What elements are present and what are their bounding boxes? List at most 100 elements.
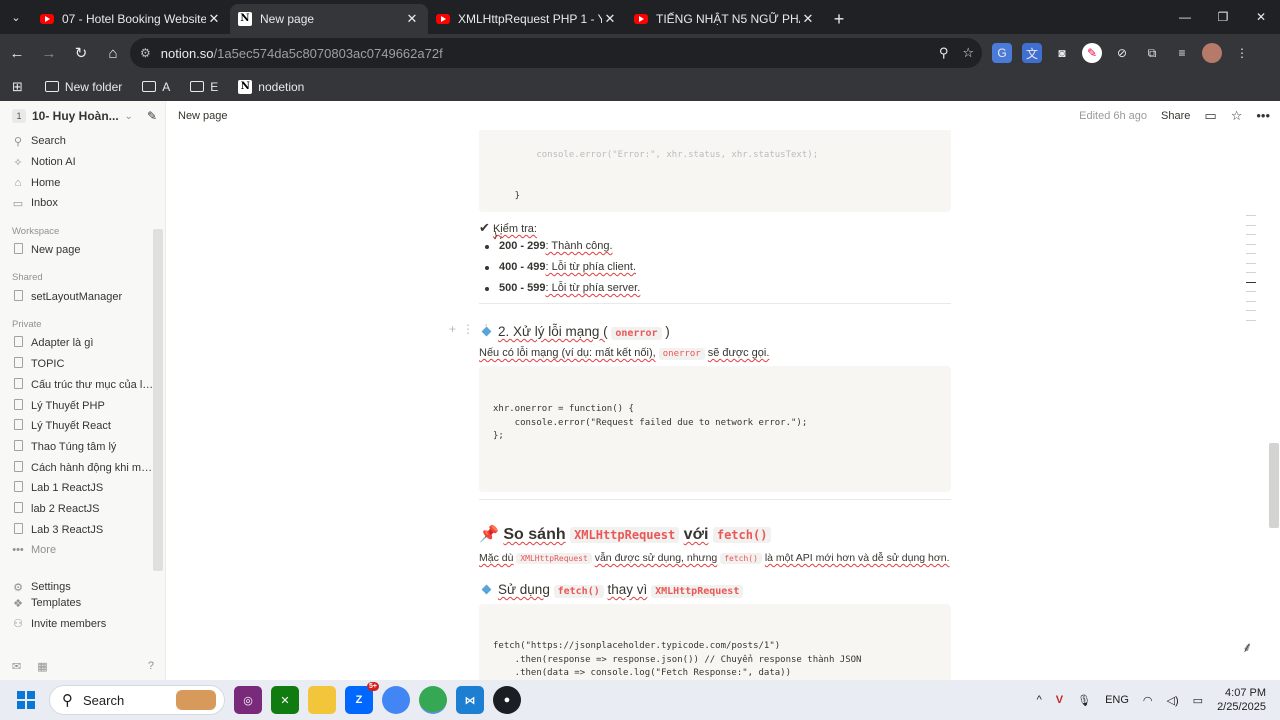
- scrollbar-thumb[interactable]: [1269, 443, 1279, 528]
- tab-xmlhttprequest[interactable]: XMLHttpRequest PHP 1 - YouTube ✕: [428, 4, 626, 34]
- bookmark-star-icon[interactable]: ☆: [962, 45, 974, 61]
- sidebar-item-private[interactable]: Thao Túng tâm lý: [0, 437, 165, 458]
- more-options-icon[interactable]: •••: [1256, 108, 1270, 123]
- sidebar-item-inbox[interactable]: ▭ Inbox: [0, 193, 165, 214]
- xbox-icon[interactable]: ✕: [271, 686, 299, 714]
- ai-assist-icon[interactable]: ⸙: [1242, 638, 1253, 657]
- apps-grid-icon[interactable]: ⊞: [12, 79, 23, 95]
- clock[interactable]: 4:07 PM 2/25/2025: [1217, 686, 1266, 714]
- forward-icon[interactable]: →: [34, 38, 64, 68]
- sidebar-item-private[interactable]: Cách hành động khi mộ...: [0, 457, 165, 478]
- table-of-contents-minimap[interactable]: [1242, 215, 1256, 329]
- folder-icon: [44, 81, 59, 92]
- sidebar-item-private[interactable]: Lý Thuyết React: [0, 416, 165, 437]
- app-v-icon[interactable]: V: [1056, 694, 1063, 706]
- github-icon[interactable]: ●: [493, 686, 521, 714]
- sidebar-scrollbar[interactable]: [153, 229, 163, 571]
- zoom-icon[interactable]: ⚲: [939, 45, 949, 61]
- comment-icon[interactable]: ▭: [1204, 108, 1216, 124]
- vscode-icon[interactable]: ⋈: [456, 686, 484, 714]
- close-icon[interactable]: ✕: [206, 11, 222, 27]
- checkmark-icon: ✔: [479, 220, 490, 235]
- sidebar-item-notion-ai[interactable]: ✧ Notion AI: [0, 152, 165, 173]
- battery-icon[interactable]: ▭: [1193, 694, 1203, 707]
- menu-dots-icon[interactable]: ⋮: [1232, 43, 1252, 63]
- notion-sidebar: 1 10- Huy Hoàn... ⌄ ✎ ⚲ Search ✧ Notion AI…: [0, 101, 166, 680]
- new-page-icon[interactable]: ✎: [147, 109, 157, 123]
- close-icon[interactable]: ✕: [602, 11, 618, 27]
- code-block[interactable]: fetch("https://jsonplaceholder.typicode.…: [479, 604, 951, 680]
- heading-text: thay vì: [607, 582, 648, 597]
- home-icon[interactable]: ⌂: [98, 38, 128, 68]
- calendar-icon[interactable]: ▦: [37, 660, 47, 673]
- microphone-icon[interactable]: 🎙: [1077, 694, 1091, 707]
- sidebar-item-invite[interactable]: ⚇ Invite members: [0, 613, 165, 634]
- media-control-icon[interactable]: ≡: [1172, 43, 1192, 63]
- bookmark-nodetion[interactable]: Nnodetion: [230, 75, 312, 99]
- bookmark-label: E: [210, 79, 219, 94]
- sidebar-item-search[interactable]: ⚲ Search: [0, 131, 165, 152]
- app-pink-icon[interactable]: ◎: [234, 686, 262, 714]
- chrome-icon[interactable]: [419, 686, 447, 714]
- minimize-icon[interactable]: —: [1166, 0, 1204, 34]
- extension-translate-icon[interactable]: 文: [1022, 43, 1042, 63]
- back-icon[interactable]: ←: [2, 38, 32, 68]
- sidebar-item-templates[interactable]: ❖ Templates: [0, 597, 165, 611]
- code-block[interactable]: console.error("Error:", xhr.status, xhr.…: [479, 130, 951, 241]
- sidebar-item-private[interactable]: Lab 3 ReactJS: [0, 519, 165, 540]
- sidebar-item-new-page[interactable]: New page: [0, 240, 165, 261]
- page-scrollbar[interactable]: [1268, 130, 1280, 680]
- mail-icon[interactable]: ✉: [12, 660, 21, 673]
- zalo-icon[interactable]: Z 5+: [345, 682, 379, 714]
- compass-icon[interactable]: ⊘: [1112, 43, 1132, 63]
- windows-start-icon[interactable]: [17, 691, 35, 709]
- favorite-star-icon[interactable]: ☆: [1231, 108, 1243, 124]
- tab-tieng-nhat[interactable]: TIẾNG NHẬT N5 NGỮ PHÁP - YouTube ✕: [626, 4, 824, 34]
- share-button[interactable]: Share: [1161, 110, 1190, 122]
- bookmark-new-folder[interactable]: New folder: [37, 75, 130, 99]
- status-code-list: 200 - 299: Thành công. 400 - 499: Lỗi từ…: [479, 236, 951, 299]
- wifi-icon[interactable]: ◠: [1143, 694, 1153, 707]
- language-indicator[interactable]: ENG: [1105, 694, 1129, 706]
- bookmark-e[interactable]: E: [182, 75, 226, 99]
- file-explorer-icon[interactable]: [308, 686, 336, 714]
- sidebar-item-home[interactable]: ⌂ Home: [0, 172, 165, 193]
- sidebar-item-private[interactable]: Lab 1 ReactJS: [0, 478, 165, 499]
- code-block[interactable]: xhr.onerror = function() { console.error…: [479, 366, 951, 492]
- sidebar-item-private[interactable]: Cấu trúc thư mục của la...: [0, 375, 165, 396]
- chrome-profile-icon[interactable]: [382, 686, 410, 714]
- chevron-down-icon: ⌄: [124, 110, 133, 122]
- new-tab-button[interactable]: +: [824, 4, 854, 34]
- tab-hotel-booking[interactable]: 07 - Hotel Booking Website using ✕: [32, 4, 230, 34]
- sidebar-item-private[interactable]: lab 2 ReactJS: [0, 499, 165, 520]
- profile-avatar[interactable]: [1202, 43, 1222, 63]
- sidebar-item-private[interactable]: Adapter là gì: [0, 333, 165, 354]
- sidebar-item-more[interactable]: ••• More: [0, 540, 165, 561]
- reload-icon[interactable]: ↻: [66, 38, 96, 68]
- close-window-icon[interactable]: ✕: [1242, 0, 1280, 34]
- camera-icon[interactable]: ◙: [1052, 43, 1072, 63]
- site-info-icon[interactable]: ⚙: [140, 46, 151, 60]
- help-icon[interactable]: ?: [148, 660, 154, 672]
- close-icon[interactable]: ✕: [404, 11, 420, 27]
- sidebar-item-setlayoutmanager[interactable]: setLayoutManager: [0, 286, 165, 307]
- sidebar-item-settings[interactable]: ⚙ Settings: [0, 577, 165, 598]
- breadcrumb[interactable]: New page: [178, 110, 228, 122]
- diamond-icon: [481, 326, 492, 337]
- restore-icon[interactable]: ❐: [1204, 0, 1242, 34]
- volume-icon[interactable]: ◁): [1167, 694, 1179, 707]
- workspace-switcher[interactable]: 1 10- Huy Hoàn... ⌄ ✎: [0, 101, 165, 131]
- sidebar-item-private[interactable]: Lý Thuyết PHP: [0, 395, 165, 416]
- tab-new-page[interactable]: N New page ✕: [230, 4, 428, 34]
- chevron-up-icon[interactable]: ^: [1037, 694, 1042, 706]
- translate-icon[interactable]: G: [992, 43, 1012, 63]
- taskbar-search[interactable]: ⚲ Search: [49, 685, 225, 715]
- close-icon[interactable]: ✕: [800, 11, 816, 27]
- address-bar[interactable]: ⚙ notion.so/1a5ec574da5c8070803ac0749662…: [130, 38, 982, 68]
- bookmark-a[interactable]: A: [134, 75, 178, 99]
- tab-search-icon[interactable]: ⌄: [0, 0, 32, 34]
- sidebar-item-private[interactable]: TOPIC: [0, 354, 165, 375]
- sidebar-item-label: Thao Túng tâm lý: [31, 440, 117, 453]
- puzzle-icon[interactable]: ⧉: [1142, 43, 1162, 63]
- color-picker-icon[interactable]: ✎: [1082, 43, 1102, 63]
